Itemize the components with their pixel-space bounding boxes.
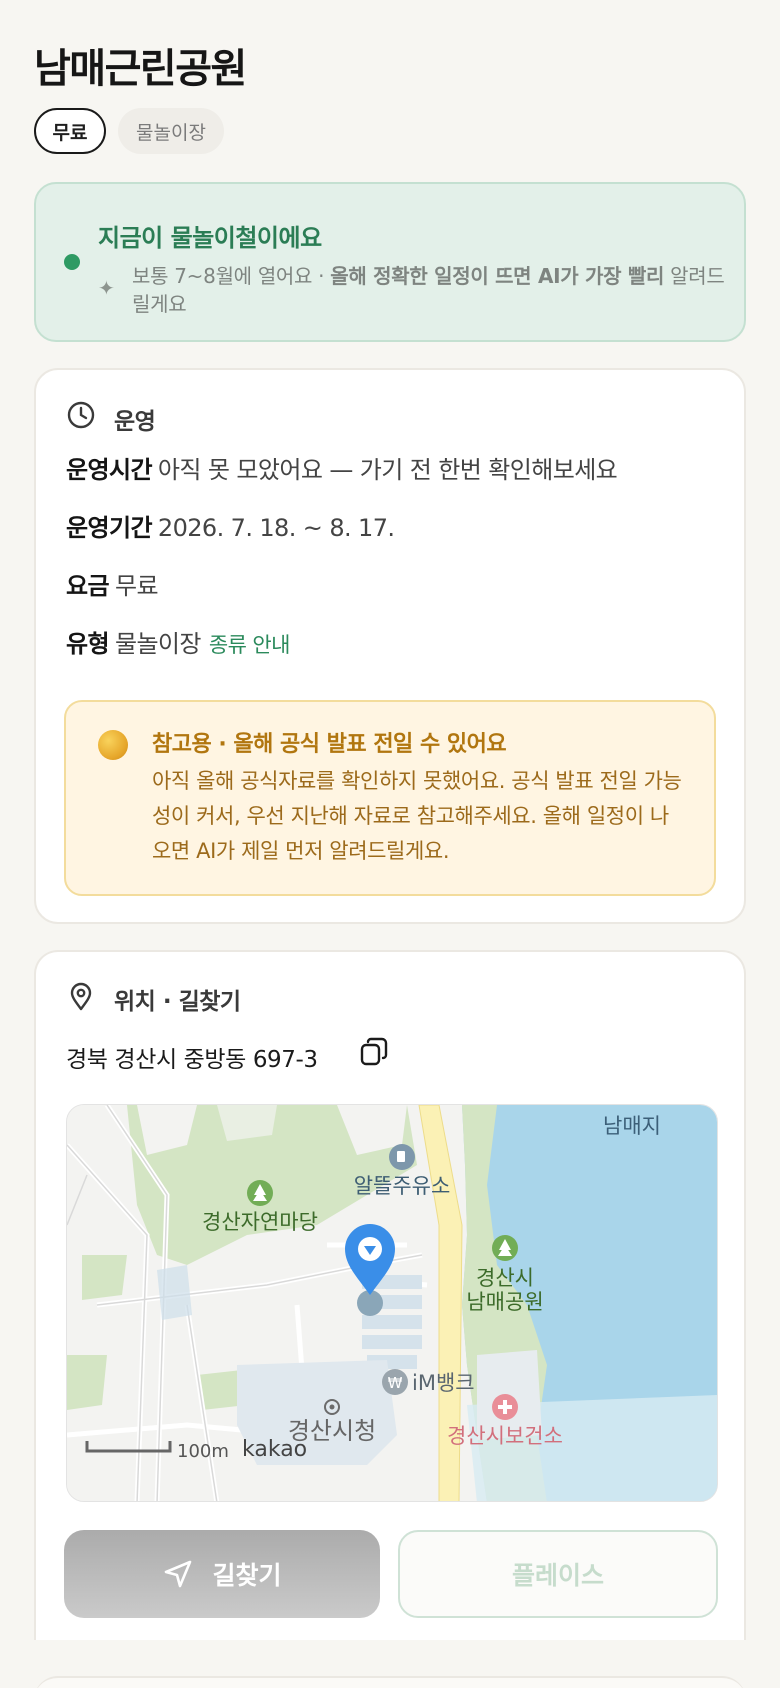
location-card: 위치 · 길찾기 경북 경산시 중방동 697-3 알뜰주유소 경산자연마당 경… [34,950,746,1640]
map-label-park-2: 남매공원 [466,1290,543,1314]
place-button[interactable]: 플레이스 [398,1530,718,1618]
type-guide-link[interactable]: 종류 안내 [209,633,291,657]
notice-body: 아직 올해 공식자료를 확인하지 못했어요. 공식 발표 전일 가능성이 커서,… [152,769,682,863]
location-title: 위치 · 길찾기 [114,989,241,1015]
operation-card: 운영 운영시간 아직 못 모았어요 — 가기 전 한번 확인해보세요 운영기간 20… [34,368,746,924]
season-body: 보통 7~8월에 열어요 · 올해 정확한 일정이 뜨면 AI가 가장 빨리 알… [132,264,725,316]
hours-row: 운영시간 아직 못 모았어요 — 가기 전 한번 확인해보세요 [66,456,618,484]
place-detail-page: 남매근린공원 무료 물놀이장 지금이 물놀이철이에요 ✦ 보통 7~8월에 열어… [0,0,780,1688]
navigation-arrow-icon [165,1560,192,1588]
moon-icon [98,730,128,760]
svg-text:₩: ₩ [388,1374,403,1392]
map-label-gas-station: 알뜰주유소 [354,1174,451,1198]
season-banner: 지금이 물놀이철이에요 ✦ 보통 7~8월에 열어요 · 올해 정확한 일정이 … [34,182,746,342]
page-title: 남매근린공원 [34,46,247,92]
map-label-health-center: 경산시보건소 [447,1424,563,1448]
operation-title: 운영 [114,409,156,435]
copy-icon[interactable] [358,1036,390,1068]
notice-title: 참고용 · 올해 공식 발표 전일 수 있어요 [152,732,507,757]
type-row: 유형 물놀이장 종류 안내 [66,630,291,658]
map-view[interactable]: 알뜰주유소 경산자연마당 경산시 남매공원 ₩ iM뱅크 경산시청 경산시보건소… [66,1104,718,1502]
map-label-pond: 남매지 [603,1114,661,1138]
map-scale: 100m [177,1441,229,1462]
period-row: 운영기간 2026. 7. 18. ~ 8. 17. [66,514,395,542]
status-dot [64,254,80,270]
route-button[interactable]: 길찾기 [64,1530,380,1618]
next-card-edge [34,1676,746,1688]
tag-water-play[interactable]: 물놀이장 [118,108,224,154]
season-headline: 지금이 물놀이철이에요 [98,224,322,252]
map-label-bank: iM뱅크 [412,1371,475,1395]
reference-notice: 참고용 · 올해 공식 발표 전일 수 있어요 아직 올해 공식자료를 확인하지… [64,700,716,896]
map-canvas[interactable]: 알뜰주유소 경산자연마당 경산시 남매공원 ₩ iM뱅크 경산시청 경산시보건소… [67,1105,718,1502]
fee-row: 요금 무료 [66,572,159,600]
location-pin-icon [70,982,92,1011]
route-button-label: 길찾기 [212,1561,282,1590]
sparkle-icon: ✦ [98,276,115,300]
map-provider-logo: kakao [242,1437,307,1462]
tag-free[interactable]: 무료 [34,108,106,154]
address-text: 경북 경산시 중방동 697-3 [66,1047,318,1073]
map-label-nature-park: 경산자연마당 [202,1210,318,1234]
map-label-park-1: 경산시 [476,1266,534,1290]
clock-icon [67,401,95,429]
